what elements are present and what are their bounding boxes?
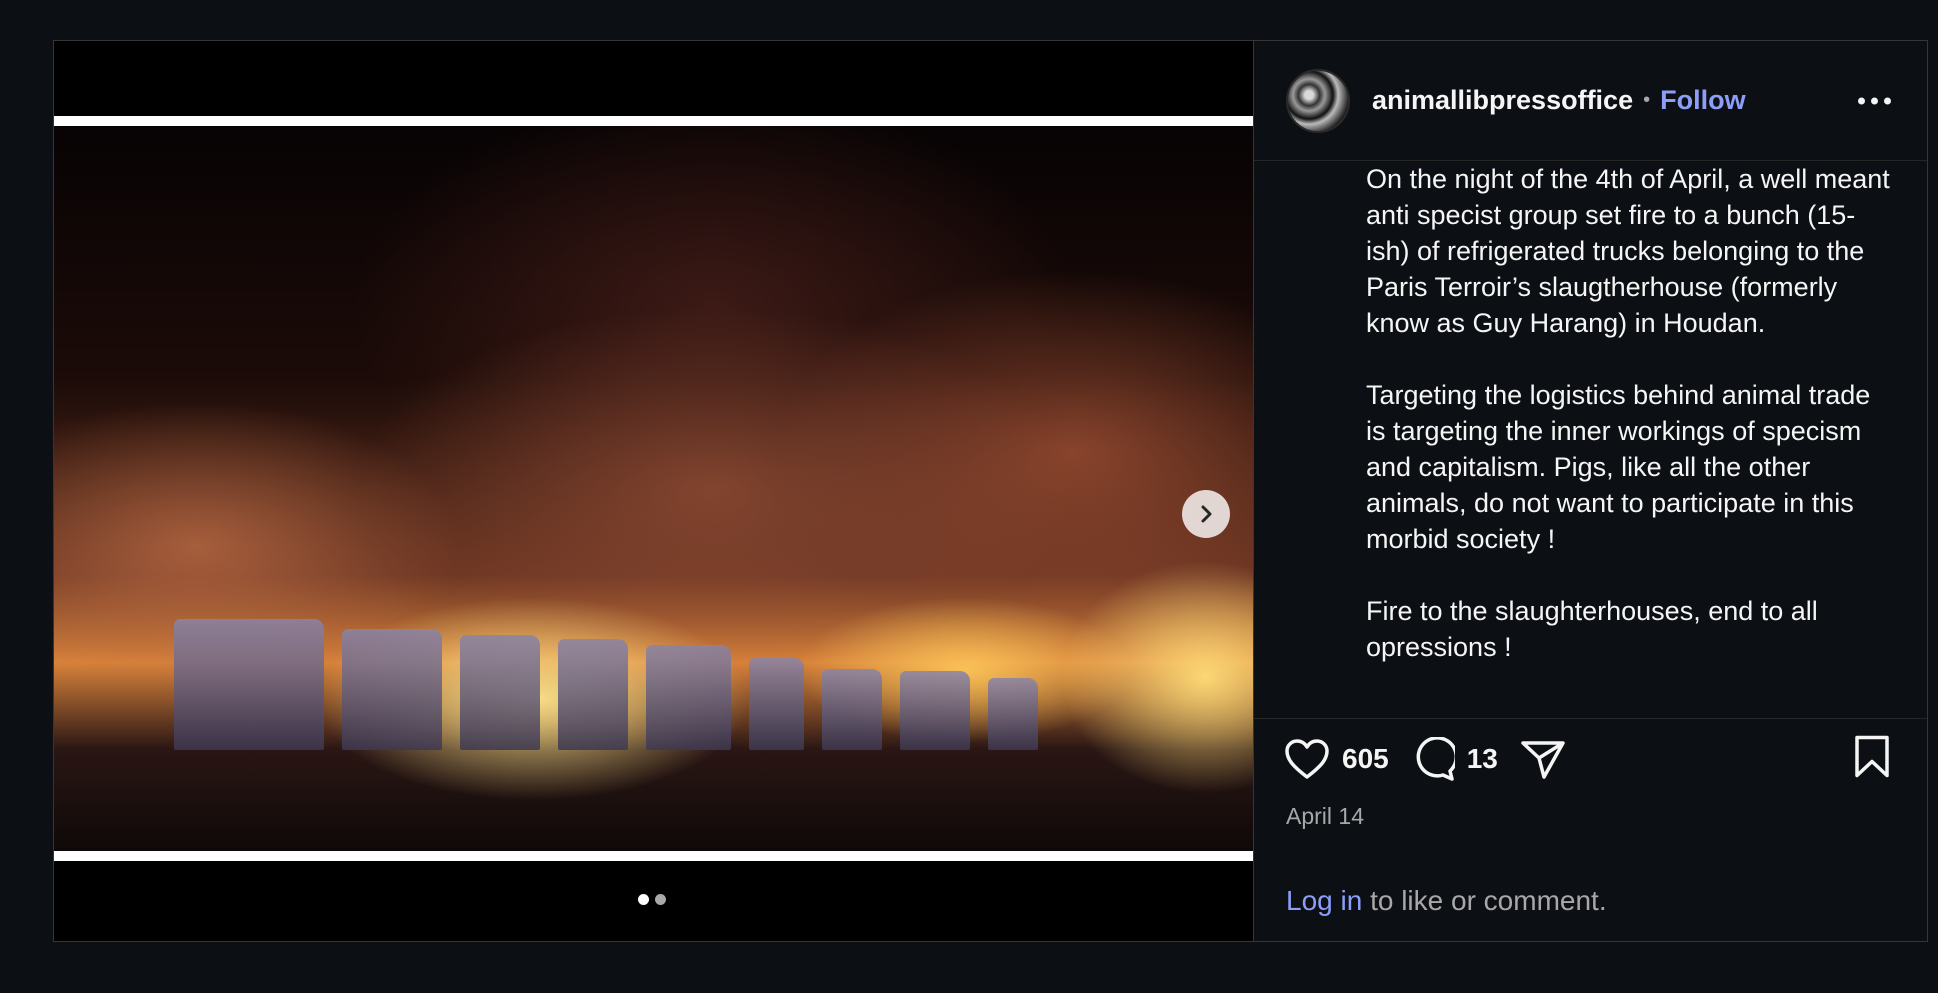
truck-shape <box>557 638 628 750</box>
truck-shape <box>173 619 324 750</box>
post-dialog: animallibpressoffice • Follow On the nig… <box>53 40 1928 942</box>
share-button[interactable] <box>1520 738 1566 780</box>
caption-paragraph: Targeting the logistics behind animal tr… <box>1366 380 1871 554</box>
truck-shape <box>987 677 1038 750</box>
save-button[interactable] <box>1853 735 1891 784</box>
caption-paragraph: Fire to the slaughterhouses, end to all … <box>1366 596 1818 662</box>
caption-paragraph: On the night of the 4th of April, a well… <box>1366 164 1890 338</box>
bookmark-icon <box>1855 735 1889 778</box>
action-bar: 605 13 <box>1254 719 1927 799</box>
truck-shape <box>341 629 442 750</box>
more-options-icon[interactable] <box>1858 97 1891 104</box>
comment-button[interactable]: 13 <box>1411 737 1498 781</box>
paper-plane-icon <box>1521 741 1565 779</box>
truck-shape <box>645 645 731 750</box>
chevron-right-icon <box>1201 505 1212 523</box>
comment-bubble-icon <box>1416 737 1455 781</box>
carousel-next-button[interactable] <box>1182 490 1230 538</box>
login-suffix: to like or comment. <box>1362 885 1607 916</box>
username-link[interactable]: animallibpressoffice <box>1372 85 1633 116</box>
separator-dot: • <box>1643 89 1651 111</box>
avatar[interactable] <box>1286 68 1350 133</box>
login-prompt: Log in to like or comment. <box>1254 885 1927 917</box>
heart-icon <box>1285 739 1329 779</box>
post-media <box>54 41 1253 941</box>
post-date: April 14 <box>1286 803 1364 829</box>
post-photo <box>54 116 1253 861</box>
truck-shape <box>821 668 882 750</box>
follow-button[interactable]: Follow <box>1660 85 1745 116</box>
truck-shape <box>459 634 540 750</box>
like-count: 605 <box>1342 743 1389 774</box>
truck-shape <box>899 671 970 750</box>
comment-count: 13 <box>1466 743 1498 774</box>
login-link[interactable]: Log in <box>1286 885 1362 916</box>
truck-shape <box>748 658 804 750</box>
post-header: animallibpressoffice • Follow <box>1254 41 1927 161</box>
trucks-silhouettes <box>173 619 1253 750</box>
burning-trucks-image <box>54 126 1253 851</box>
caption-area: On the night of the 4th of April, a well… <box>1254 161 1927 719</box>
post-sidebar: animallibpressoffice • Follow On the nig… <box>1253 41 1927 941</box>
like-button[interactable]: 605 <box>1284 738 1389 780</box>
carousel-dot <box>638 894 649 905</box>
carousel-indicators <box>638 894 666 905</box>
carousel-dot <box>655 894 666 905</box>
